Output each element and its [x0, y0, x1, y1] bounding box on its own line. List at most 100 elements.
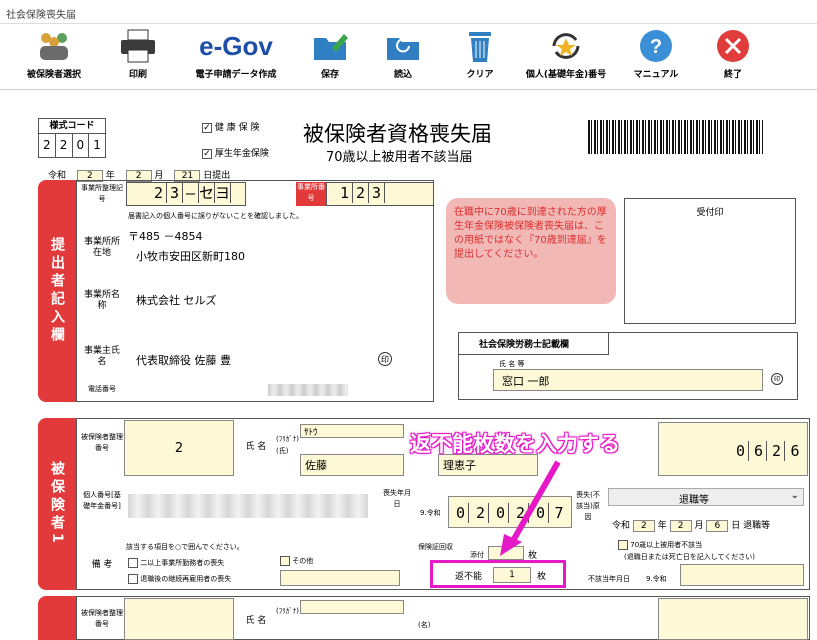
insured-no-label: 被保険者整理番号 [81, 433, 123, 452]
loss-date-label: 喪失年月日 [383, 489, 411, 508]
office-code-char: 2 [151, 183, 167, 203]
trash-icon [469, 32, 491, 62]
office-no-input[interactable]: 1 2 3 [326, 182, 434, 206]
toolbar-label: クリア [466, 70, 494, 80]
office-name[interactable]: 株式会社 セルズ [136, 292, 217, 308]
form-title: 被保険者資格喪失届 [303, 122, 492, 146]
pension-checkbox[interactable]: ✓ 厚生年金保険 [202, 146, 269, 159]
sharoushi-name-input[interactable]: 窓口 一郎 [493, 369, 763, 391]
sharoushi-name-label: 氏 名 等 [499, 360, 525, 368]
birth-digit: 2 [769, 441, 785, 461]
manual-button[interactable]: ? マニュアル [628, 28, 684, 88]
personal-no-blurred[interactable] [128, 494, 368, 518]
refresh-star-icon [552, 33, 580, 59]
style-code-digit: 2 [56, 134, 73, 157]
office-name-label: 事業所名 称 [83, 290, 120, 311]
toolbar-label: 電子申請データ作成 [195, 70, 277, 80]
loss-digit: 2 [473, 503, 489, 523]
remark-opt3[interactable]: その他 [280, 556, 313, 566]
toolbar-label: 印刷 [128, 70, 147, 80]
health-insurance-checkbox[interactable]: ✓ 健 康 保 険 [202, 120, 259, 133]
save-button[interactable]: 保存 [305, 28, 355, 88]
remark-opt2[interactable]: 退職後の継続再雇用者の喪失 [128, 574, 231, 584]
reception-label: 受付印 [696, 208, 724, 218]
insured-section-header: 被保険者1 [38, 418, 76, 590]
card-unreturn-input[interactable]: 1 [493, 567, 531, 583]
office-code-input[interactable]: 2 3 — セ ヨ [126, 182, 246, 206]
card-collect-label: 保険証回収 [418, 543, 453, 551]
reason-date: 令和 2 年 2 月 6 日 退職等 [612, 518, 770, 532]
reason-month-input[interactable]: 2 [669, 520, 692, 532]
insured2-kana-input[interactable] [300, 600, 404, 614]
office-code-char: セ [199, 183, 215, 203]
form-sheet: 様式コード 2 2 0 1 ✓ 健 康 保 険 ✓ 厚生年金保険 被保険者資格喪… [0, 90, 817, 640]
insured2-no-input[interactable] [124, 598, 234, 640]
over70-date-label: 不該当年月日 [588, 575, 630, 583]
reception-stamp-box: 受付印 [624, 198, 796, 324]
office-address[interactable]: 小牧市安田区新町180 [136, 248, 245, 264]
loss-reason-label: 喪失(不該当)原因 [576, 491, 600, 521]
remarks-hint: 該当する項目を○で囲んでください。 [126, 543, 244, 551]
over70-checkbox[interactable]: 70歳以上被用者不該当 [618, 540, 702, 550]
office-no-digit: 2 [353, 183, 369, 203]
clear-button[interactable]: クリア [455, 28, 505, 88]
remark-other-input[interactable] [280, 570, 400, 586]
exit-button[interactable]: 終了 [708, 28, 758, 88]
checkbox-icon [128, 558, 138, 568]
office-code-label: 事業所整理記号 [81, 184, 123, 203]
card-unreturn-unit: 枚 [537, 572, 547, 582]
printer-icon [121, 29, 155, 63]
loss-reason-select[interactable]: 退職等 ⌄ [608, 488, 804, 506]
personal-number-button[interactable]: 個人(基礎年金)番号 [520, 28, 612, 88]
birth-digit: 6 [790, 442, 800, 460]
print-button[interactable]: 印刷 [108, 28, 168, 88]
remarks-label: 備 考 [91, 560, 113, 570]
loss-era: 9.令和 [420, 509, 441, 517]
toolbar-label: 終了 [723, 70, 742, 80]
furigana-label: (ﾌﾘｶﾞﾅ) [276, 435, 299, 443]
insured-no-input[interactable]: 2 [124, 420, 234, 476]
office-code-char: — [183, 183, 199, 203]
toolbar-label: 被保険者選択 [26, 70, 81, 80]
notice-box: 在職中に70歳に到達された方の厚生年金保険被保険者喪失届は、この用紙ではなく『7… [446, 198, 616, 304]
loss-reason-value: 退職等 [679, 495, 709, 506]
submitter-section-label: 提出者記入欄 [49, 237, 65, 345]
insured2-no-label: 被保険者整理番号 [81, 609, 123, 628]
reason-year-input[interactable]: 2 [632, 520, 655, 532]
style-code-digit: 0 [73, 134, 90, 157]
office-no-digit: 1 [337, 183, 353, 203]
loss-digit: 0 [453, 503, 469, 523]
load-button[interactable]: 読込 [378, 28, 428, 88]
select-insured-button[interactable]: 被保険者選択 [20, 28, 88, 88]
sharoushi-box: 社会保険労務士記載欄 氏 名 等 窓口 一郎 印 [458, 332, 798, 400]
office-no-label: 事業所番号 [296, 182, 326, 206]
load-folder-icon [387, 38, 419, 60]
checkbox-icon: ✓ [202, 148, 212, 159]
birth-digit: 6 [751, 441, 767, 461]
birth-date-input[interactable]: 0 6 2 6 [658, 422, 808, 476]
annotation-text: 返不能枚数を入力する [410, 432, 620, 456]
reason-day-input[interactable]: 6 [706, 520, 729, 532]
insured2-birth-input[interactable] [658, 598, 808, 640]
people-icon [40, 33, 68, 60]
toolbar: 被保険者選択 印刷 e-Gov 電子申請データ作成 保存 読込 クリア 個人(基… [0, 24, 817, 90]
personal-no-label: 個人番号[基礎年金番号] [83, 491, 121, 510]
remark-opt1[interactable]: 二以上事業所勤務者の喪失 [128, 558, 224, 568]
egov-button[interactable]: e-Gov 電子申請データ作成 [186, 28, 286, 88]
owner-name[interactable]: 代表取締役 佐藤 豊 [136, 352, 231, 368]
barcode [588, 120, 763, 154]
insured2-section-header [38, 596, 76, 640]
owner-label: 事業主氏 名 [83, 346, 120, 367]
kana-last-input[interactable]: ｻﾄｳ [300, 424, 404, 438]
over70-era: 9.令和 [646, 575, 667, 583]
egov-logo: e-Gov [199, 31, 273, 61]
chevron-down-icon: ⌄ [790, 490, 799, 501]
reason-era: 令和 [612, 521, 631, 531]
close-icon [717, 30, 749, 62]
phone-label: 電話番号 [88, 385, 116, 393]
style-code-label: 様式コード [39, 119, 105, 134]
insured2-furigana: (ﾌﾘｶﾞﾅ) [276, 607, 299, 615]
annotation-arrow [500, 460, 561, 556]
over70-date-input[interactable] [680, 564, 804, 586]
last-name-input[interactable]: 佐藤 [300, 454, 404, 476]
